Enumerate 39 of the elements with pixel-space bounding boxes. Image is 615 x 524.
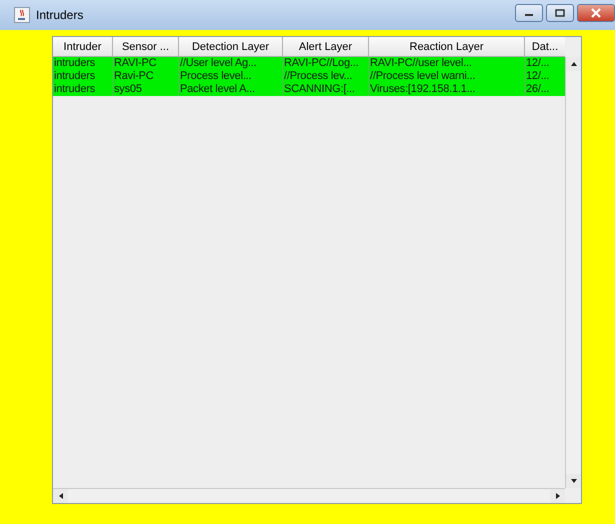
up-arrow-icon <box>570 60 578 68</box>
scroll-down-button[interactable] <box>566 474 581 488</box>
column-header[interactable]: Reaction Layer <box>369 37 525 57</box>
table-cell: intruders <box>53 83 113 96</box>
scroll-left-button[interactable] <box>53 489 68 503</box>
left-arrow-icon <box>56 492 64 500</box>
close-icon <box>590 8 602 18</box>
down-arrow-icon <box>570 477 578 485</box>
scroll-right-button[interactable] <box>550 489 565 503</box>
table-cell: 12/... <box>525 70 565 83</box>
column-header[interactable]: Intruder <box>53 37 113 57</box>
close-button[interactable] <box>577 4 615 22</box>
table-cell: 12/... <box>525 57 565 70</box>
column-header[interactable]: Sensor ... <box>113 37 179 57</box>
table-cell: SCANNING:[... <box>283 83 369 96</box>
maximize-icon <box>555 9 565 17</box>
column-header[interactable]: Detection Layer <box>179 37 283 57</box>
column-header[interactable]: Dat... <box>525 37 565 57</box>
table-cell: Viruses:[192.158.1.1... <box>369 83 525 96</box>
window-title: Intruders <box>36 8 84 22</box>
right-arrow-icon <box>554 492 562 500</box>
table-cell: RAVI-PC <box>113 57 179 70</box>
table-cell: Process level... <box>179 70 283 83</box>
java-cup-icon <box>14 7 30 23</box>
table-cell: Packet level A... <box>179 83 283 96</box>
table-cell: intruders <box>53 57 113 70</box>
table-cell: Ravi-PC <box>113 70 179 83</box>
column-header[interactable]: Alert Layer <box>283 37 369 57</box>
table-cell: RAVI-PC//Log... <box>283 57 369 70</box>
table-cell: sys05 <box>113 83 179 96</box>
table-cell: 26/... <box>525 83 565 96</box>
scroll-up-button[interactable] <box>566 57 581 71</box>
table-cell: intruders <box>53 70 113 83</box>
table-cell: //User level Ag... <box>179 57 283 70</box>
table-cell: RAVI-PC//user level... <box>369 57 525 70</box>
table-cell: //Process level warni... <box>369 70 525 83</box>
maximize-button[interactable] <box>546 4 574 22</box>
table-cell: //Process lev... <box>283 70 369 83</box>
minimize-button[interactable] <box>515 4 543 22</box>
